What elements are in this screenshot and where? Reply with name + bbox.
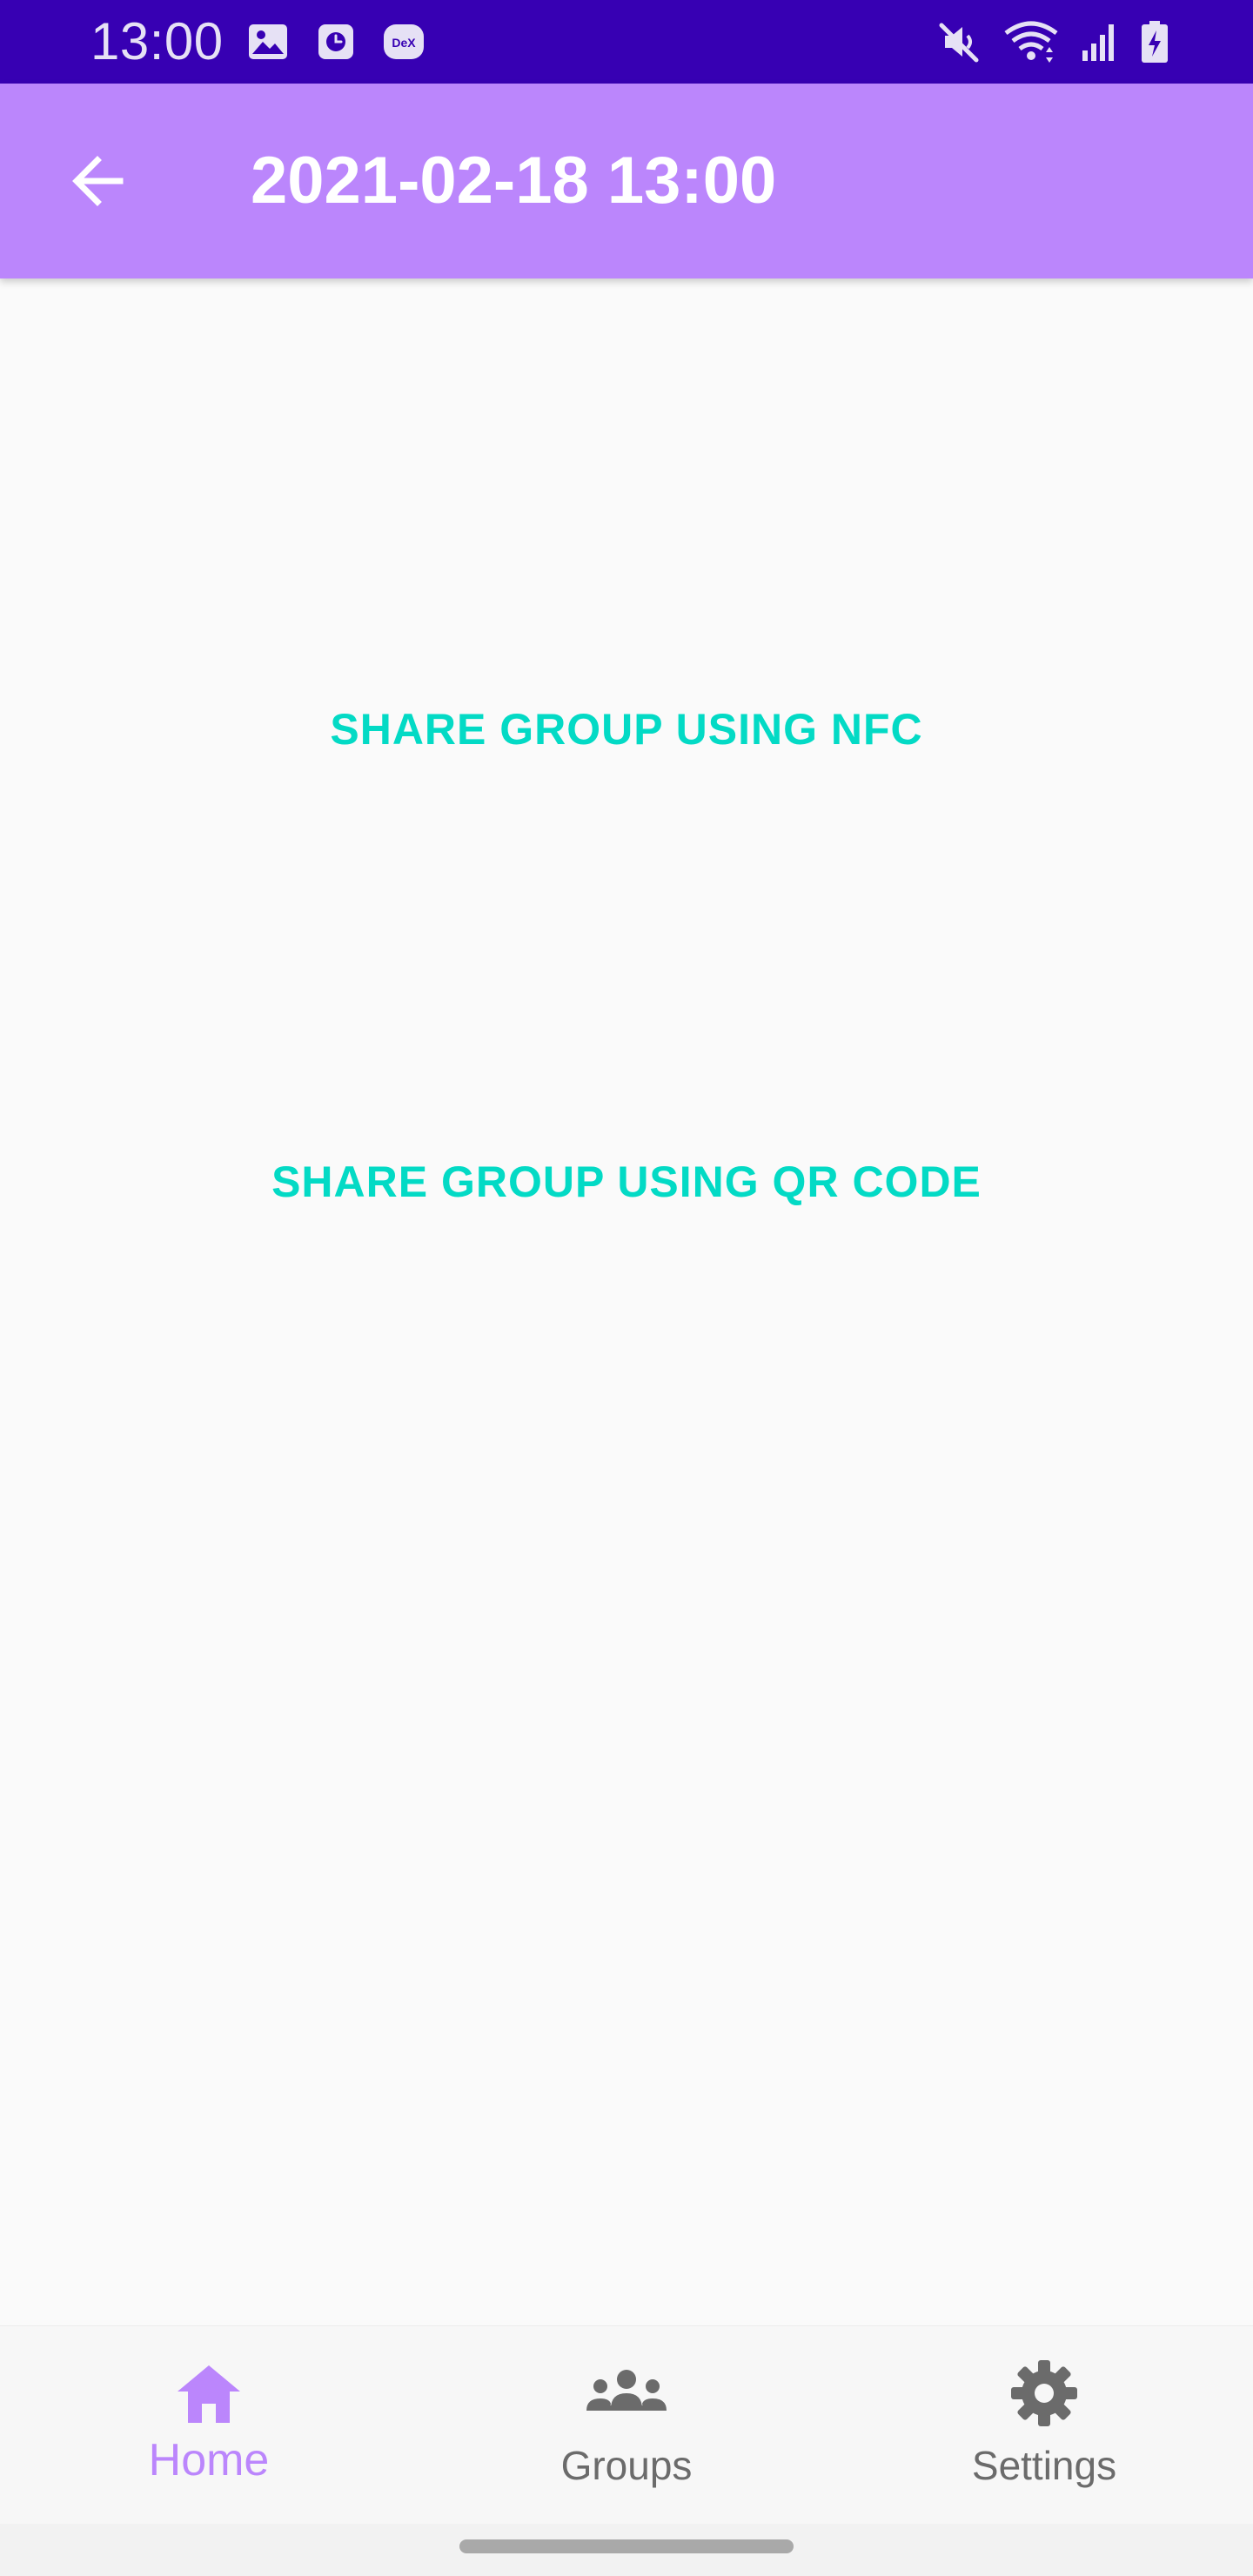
arrow-back-icon <box>72 156 124 206</box>
bottom-navigation: Home Groups Settings <box>0 2325 1253 2525</box>
status-time: 13:00 <box>90 12 224 70</box>
battery-charging-icon <box>1140 20 1169 64</box>
settings-gear-icon <box>1009 2358 1079 2429</box>
nav-label-groups: Groups <box>560 2443 693 2488</box>
dex-icon: DeX <box>383 23 425 61</box>
status-bar: 13:00 DeX <box>0 0 1253 84</box>
groups-icon <box>583 2358 670 2429</box>
gesture-bar-area <box>0 2524 1253 2576</box>
share-options: SHARE GROUP USING NFC SHARE GROUP USING … <box>0 278 1253 2324</box>
app-bar: 2021-02-18 13:00 <box>0 84 1253 278</box>
page-title: 2021-02-18 13:00 <box>251 144 777 218</box>
image-icon <box>247 23 289 61</box>
dex-label: DeX <box>392 36 416 50</box>
mute-icon <box>938 20 982 64</box>
nav-label-settings: Settings <box>971 2443 1117 2488</box>
share-nfc-button[interactable]: SHARE GROUP USING NFC <box>0 703 1253 755</box>
nav-item-home[interactable]: Home <box>0 2326 418 2525</box>
wifi-icon <box>1002 19 1060 64</box>
signal-icon <box>1081 21 1119 63</box>
status-left-icons: DeX <box>247 21 425 63</box>
nav-label-home: Home <box>148 2435 270 2485</box>
home-gesture-handle[interactable] <box>459 2539 794 2553</box>
share-qr-code-button[interactable]: SHARE GROUP USING QR CODE <box>0 1156 1253 1208</box>
home-icon <box>174 2358 244 2429</box>
status-right-icons <box>938 19 1169 64</box>
clock-app-icon <box>317 23 355 61</box>
screen: 13:00 DeX 2021-02-18 13:00 SHARE GROUP U… <box>0 0 1253 2576</box>
back-button[interactable] <box>49 132 146 230</box>
nav-item-settings[interactable]: Settings <box>835 2326 1253 2525</box>
nav-item-groups[interactable]: Groups <box>418 2326 835 2525</box>
